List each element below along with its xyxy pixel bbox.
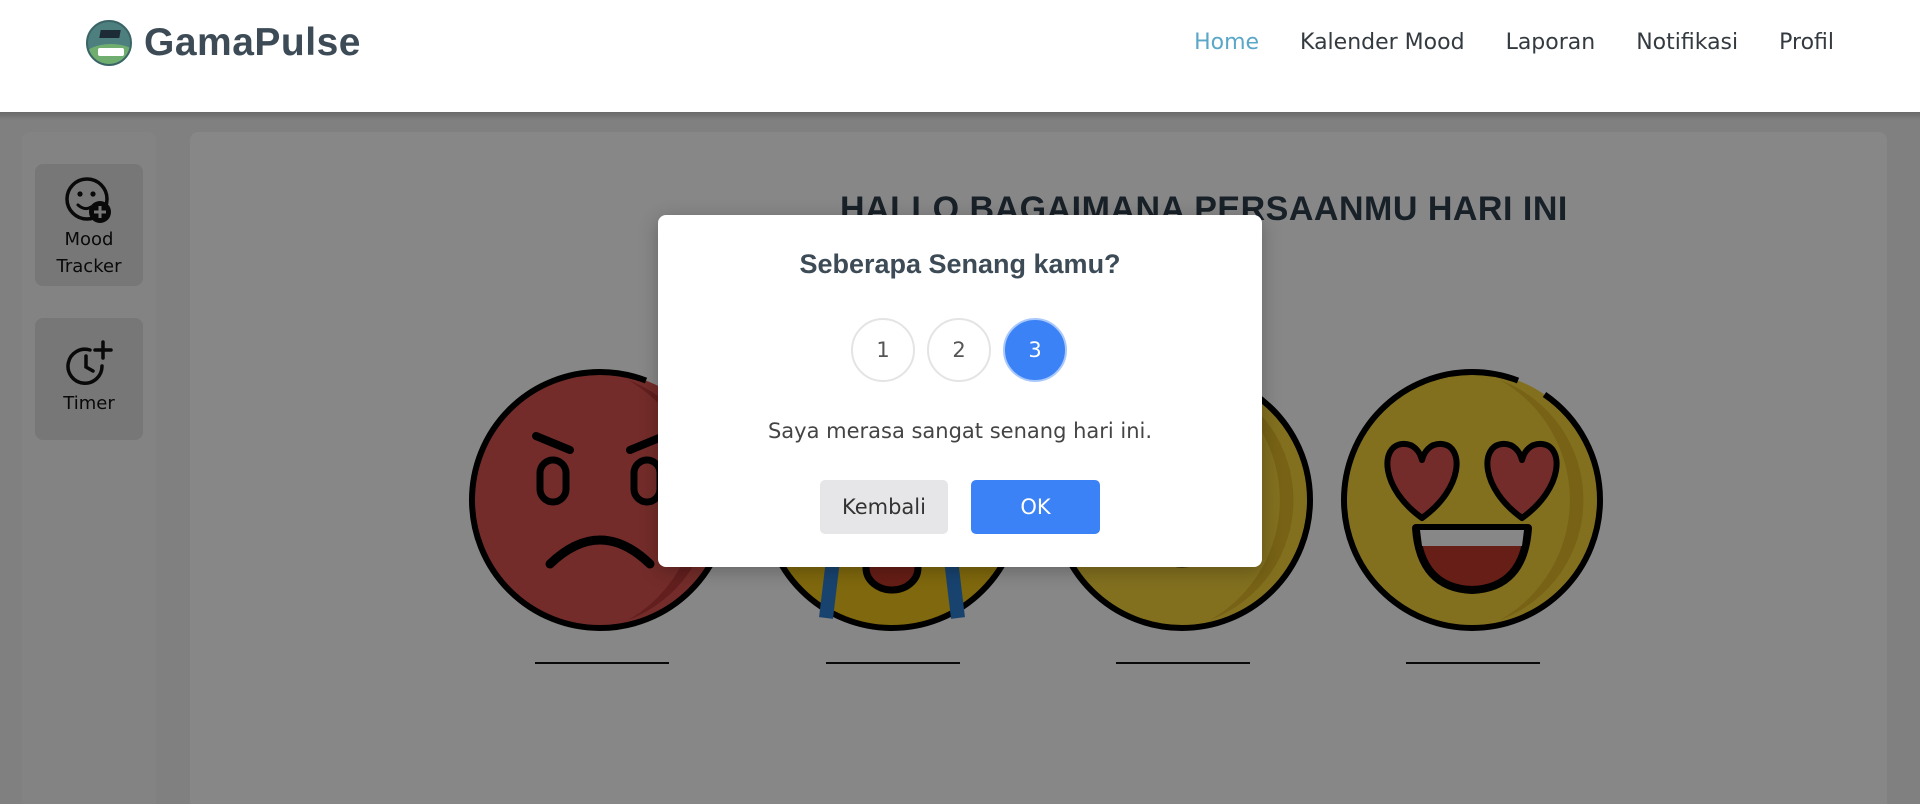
dialog-title: Seberapa Senang kamu? xyxy=(799,249,1121,279)
mood-level-dialog: Seberapa Senang kamu? 1 2 3 Saya merasa … xyxy=(658,215,1262,567)
dialog-message: Saya merasa sangat senang hari ini. xyxy=(767,419,1153,443)
top-navbar: GamaPulse Home Kalender Mood Laporan Not… xyxy=(0,0,1920,112)
nav-kalender-mood[interactable]: Kalender Mood xyxy=(1300,30,1465,55)
level-option-3[interactable]: 3 xyxy=(1003,318,1067,382)
nav-home[interactable]: Home xyxy=(1194,30,1259,55)
brand-name: GamaPulse xyxy=(144,21,361,64)
gamapulse-logo xyxy=(86,20,132,66)
back-button[interactable]: Kembali xyxy=(820,480,948,534)
header-shadow xyxy=(0,112,1920,120)
brand[interactable]: GamaPulse xyxy=(86,20,361,66)
level-option-2[interactable]: 2 xyxy=(927,318,991,382)
nav-notifikasi[interactable]: Notifikasi xyxy=(1636,30,1738,55)
level-option-1[interactable]: 1 xyxy=(851,318,915,382)
nav-profil[interactable]: Profil xyxy=(1779,30,1834,55)
nav-laporan[interactable]: Laporan xyxy=(1506,30,1596,55)
level-selector: 1 2 3 xyxy=(851,318,1067,382)
main-nav: Home Kalender Mood Laporan Notifikasi Pr… xyxy=(1194,30,1834,55)
ok-button[interactable]: OK xyxy=(971,480,1100,534)
